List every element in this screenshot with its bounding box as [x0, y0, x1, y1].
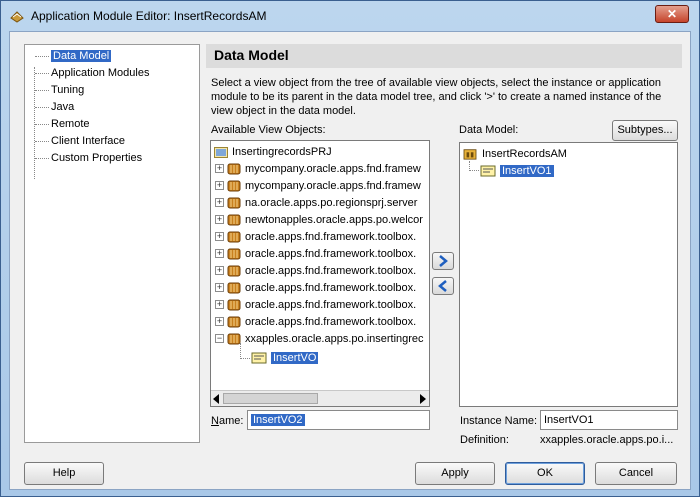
tree-item-package[interactable]: + oracle.apps.fnd.framework.toolbox. [215, 245, 416, 262]
category-tree: Data Model Application Modules Tuning Ja… [24, 44, 200, 443]
window-title: Application Module Editor: InsertRecords… [31, 9, 267, 23]
apply-button[interactable]: Apply [415, 462, 495, 485]
scroll-left-icon[interactable] [213, 394, 219, 404]
project-folder-icon [214, 146, 228, 158]
app-module-icon [10, 11, 24, 23]
tree-connector [240, 343, 250, 359]
move-right-icon [439, 255, 448, 267]
tree-item-package[interactable]: + oracle.apps.fnd.framework.toolbox. [215, 262, 416, 279]
horizontal-scrollbar[interactable] [211, 390, 429, 406]
tree-item-package[interactable]: + mycompany.oracle.apps.fnd.framew [215, 177, 421, 194]
move-left-icon [438, 280, 447, 292]
title-bar[interactable]: Application Module Editor: InsertRecords… [1, 1, 699, 31]
package-label: oracle.apps.fnd.framework.toolbox. [245, 315, 417, 328]
close-button[interactable]: ✕ [655, 5, 689, 23]
tree-item-package[interactable]: + oracle.apps.fnd.framework.toolbox. [215, 313, 416, 330]
expand-icon[interactable]: + [215, 181, 224, 190]
expand-icon[interactable]: + [215, 164, 224, 173]
expand-icon[interactable]: + [215, 283, 224, 292]
tree-root-app-module[interactable]: InsertRecordsAM [462, 145, 567, 162]
help-button[interactable]: Help [24, 462, 104, 485]
tree-item-package[interactable]: + oracle.apps.fnd.framework.toolbox. [215, 279, 416, 296]
add-to-model-button[interactable] [432, 252, 454, 270]
package-icon [227, 282, 241, 293]
nav-item-data-model[interactable]: Data Model [33, 49, 113, 64]
nav-item-java[interactable]: Java [33, 100, 76, 115]
available-view-objects-tree[interactable]: InsertingrecordsPRJ + mycompany.oracle.ap… [210, 140, 430, 407]
instance-name-label: Instance Name: [460, 415, 538, 427]
package-label: oracle.apps.fnd.framework.toolbox. [245, 298, 417, 311]
tree-item-package[interactable]: + newtonapples.oracle.apps.po.welcor [215, 211, 423, 228]
package-label: oracle.apps.fnd.framework.toolbox. [245, 281, 417, 294]
view-object-icon [251, 352, 267, 363]
instance-name-input[interactable]: InsertVO1 [540, 410, 678, 430]
name-input[interactable]: InsertVO2 [247, 410, 430, 430]
page-title: Data Model [206, 44, 682, 68]
tree-item-package[interactable]: + mycompany.oracle.apps.fnd.framew [215, 160, 421, 177]
nav-item-remote[interactable]: Remote [33, 117, 92, 132]
nav-item-custom-properties[interactable]: Custom Properties [33, 151, 144, 166]
view-instance-icon [480, 165, 496, 176]
tree-item-package[interactable]: + oracle.apps.fnd.framework.toolbox. [215, 296, 416, 313]
package-icon [227, 214, 241, 225]
expand-icon[interactable]: + [215, 317, 224, 326]
expand-icon[interactable]: + [215, 232, 224, 241]
package-icon [227, 333, 241, 344]
app-module-icon [463, 148, 477, 160]
expand-icon[interactable]: + [215, 198, 224, 207]
tree-connector [469, 161, 479, 171]
page-description: Select a view object from the tree of av… [211, 77, 662, 117]
name-label: Name: [211, 415, 244, 427]
tree-item-package[interactable]: + na.oracle.apps.po.regionsprj.server [215, 194, 417, 211]
package-icon [227, 163, 241, 174]
tree-root-project[interactable]: InsertingrecordsPRJ [214, 143, 332, 160]
package-icon [227, 316, 241, 327]
application-module-editor-window: Application Module Editor: InsertRecords… [0, 0, 700, 497]
remove-from-model-button[interactable] [432, 277, 454, 295]
package-label: oracle.apps.fnd.framework.toolbox. [245, 264, 417, 277]
package-label: na.oracle.apps.po.regionsprj.server [245, 196, 418, 209]
package-icon [227, 197, 241, 208]
scroll-thumb[interactable] [223, 393, 318, 404]
collapse-icon[interactable]: − [215, 334, 224, 343]
tree-item-insertvo1[interactable]: InsertVO1 [480, 162, 554, 179]
subtypes-button[interactable]: Subtypes... [612, 120, 678, 141]
ok-button[interactable]: OK [505, 462, 585, 485]
nav-item-tuning[interactable]: Tuning [33, 83, 86, 98]
nav-item-application-modules[interactable]: Application Modules [33, 66, 151, 81]
tree-item-insertvo[interactable]: InsertVO [251, 349, 319, 366]
package-icon [227, 299, 241, 310]
data-model-tree[interactable]: InsertRecordsAM InsertVO1 [459, 142, 678, 407]
expand-icon[interactable]: + [215, 300, 224, 309]
package-label: newtonapples.oracle.apps.po.welcor [245, 213, 423, 226]
package-icon [227, 180, 241, 191]
expand-icon[interactable]: + [215, 215, 224, 224]
dialog-body: Data Model Application Modules Tuning Ja… [9, 31, 691, 490]
definition-label: Definition: [460, 434, 509, 446]
package-icon [227, 231, 241, 242]
package-label: oracle.apps.fnd.framework.toolbox. [245, 230, 417, 243]
tree-item-package[interactable]: + oracle.apps.fnd.framework.toolbox. [215, 228, 416, 245]
data-model-label: Data Model: [459, 124, 519, 136]
package-label: xxapples.oracle.apps.po.insertingrec [245, 332, 424, 345]
package-label: mycompany.oracle.apps.fnd.framew [245, 162, 421, 175]
package-icon [227, 265, 241, 276]
scroll-right-icon[interactable] [420, 394, 426, 404]
package-label: oracle.apps.fnd.framework.toolbox. [245, 247, 417, 260]
expand-icon[interactable]: + [215, 266, 224, 275]
package-label: mycompany.oracle.apps.fnd.framew [245, 179, 421, 192]
nav-item-client-interface[interactable]: Client Interface [33, 134, 127, 149]
definition-value: xxapples.oracle.apps.po.i... [540, 434, 674, 446]
expand-icon[interactable]: + [215, 249, 224, 258]
package-icon [227, 248, 241, 259]
available-view-objects-label: Available View Objects: [211, 124, 326, 136]
cancel-button[interactable]: Cancel [595, 462, 677, 485]
